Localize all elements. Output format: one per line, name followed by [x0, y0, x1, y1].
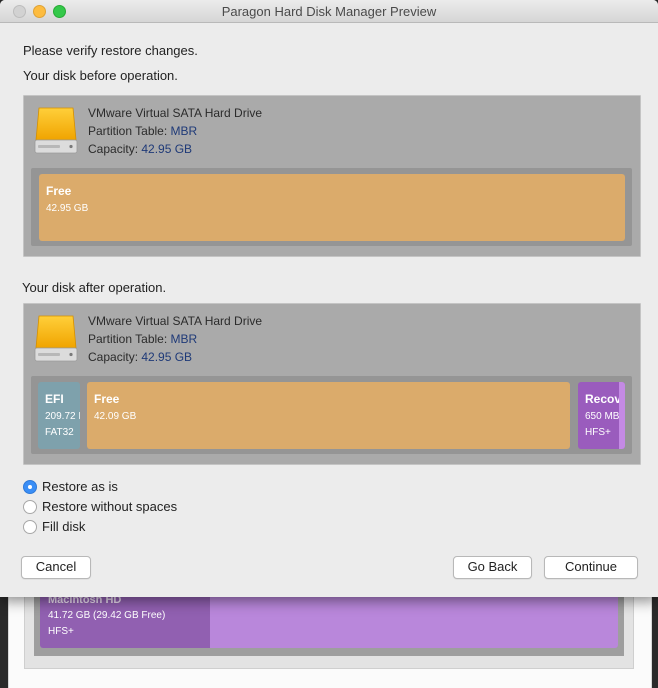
partition-name: Free [94, 392, 120, 406]
partition-table-value: MBR [170, 332, 198, 346]
title-bar: Paragon Hard Disk Manager Preview [0, 0, 658, 23]
disk-before-capacity: Capacity: 42.95 GB [88, 142, 192, 156]
go-back-button[interactable]: Go Back [453, 556, 532, 579]
partition-free[interactable]: Free 42.95 GB [39, 174, 625, 241]
partition-recovery[interactable]: Recove 650 MB ( HFS+ [578, 382, 625, 449]
disk-after-capacity: Capacity: 42.95 GB [88, 350, 192, 364]
before-heading: Your disk before operation. [23, 68, 178, 83]
partition-efi[interactable]: EFI 209.72 I FAT32 [38, 382, 80, 449]
radio-selected-indicator[interactable] [23, 480, 37, 494]
verify-instruction: Please verify restore changes. [23, 43, 198, 58]
disk-before-name: VMware Virtual SATA Hard Drive [88, 106, 263, 120]
partition-table-label: Partition Table: [88, 332, 171, 346]
capacity-value: 42.95 GB [141, 350, 193, 364]
partition-size: 42.95 GB [46, 203, 89, 214]
background-partition-fs: HFS+ [48, 626, 74, 637]
radio-label: Restore as is [42, 479, 118, 494]
disk-after-partition-map: EFI 209.72 I FAT32 Free 42.09 GB Recove … [31, 376, 632, 454]
disk-before-panel: VMware Virtual SATA Hard Drive Partition… [23, 95, 641, 257]
background-partition-macintosh-hd[interactable]: Macintosh HD 41.72 GB (29.42 GB Free) HF… [40, 594, 618, 648]
partition-name: Free [46, 184, 72, 198]
partition-name: EFI [45, 392, 64, 406]
radio-indicator[interactable] [23, 500, 37, 514]
partition-fs: HFS+ [585, 427, 611, 438]
hard-drive-icon [34, 107, 78, 154]
radio-label: Restore without spaces [42, 499, 178, 514]
partition-size: 42.09 GB [94, 411, 137, 422]
disk-after-panel: VMware Virtual SATA Hard Drive Partition… [23, 303, 641, 465]
partition-recovery-edge [619, 382, 625, 449]
capacity-label: Capacity: [88, 350, 142, 364]
capacity-label: Capacity: [88, 142, 142, 156]
partition-fs: FAT32 [45, 427, 74, 438]
window-title: Paragon Hard Disk Manager Preview [221, 4, 437, 19]
radio-indicator[interactable] [23, 520, 37, 534]
cancel-button[interactable]: Cancel [21, 556, 91, 579]
continue-button[interactable]: Continue [544, 556, 638, 579]
hard-drive-icon [34, 315, 78, 362]
partition-table-value: MBR [170, 124, 198, 138]
restore-preview-dialog: Paragon Hard Disk Manager Preview Please… [0, 0, 658, 597]
disk-after-partition-table: Partition Table: MBR [88, 332, 197, 346]
after-heading: Your disk after operation. [22, 280, 167, 295]
partition-size: 209.72 I [45, 411, 80, 422]
partition-free[interactable]: Free 42.09 GB [87, 382, 570, 449]
radio-label: Fill disk [42, 519, 86, 534]
disk-before-partition-table: Partition Table: MBR [88, 124, 197, 138]
background-partition-size: 41.72 GB (29.42 GB Free) [48, 610, 166, 621]
disk-after-name: VMware Virtual SATA Hard Drive [88, 314, 263, 328]
capacity-value: 42.95 GB [141, 142, 193, 156]
partition-table-label: Partition Table: [88, 124, 171, 138]
disk-before-partition-map: Free 42.95 GB [31, 168, 632, 246]
